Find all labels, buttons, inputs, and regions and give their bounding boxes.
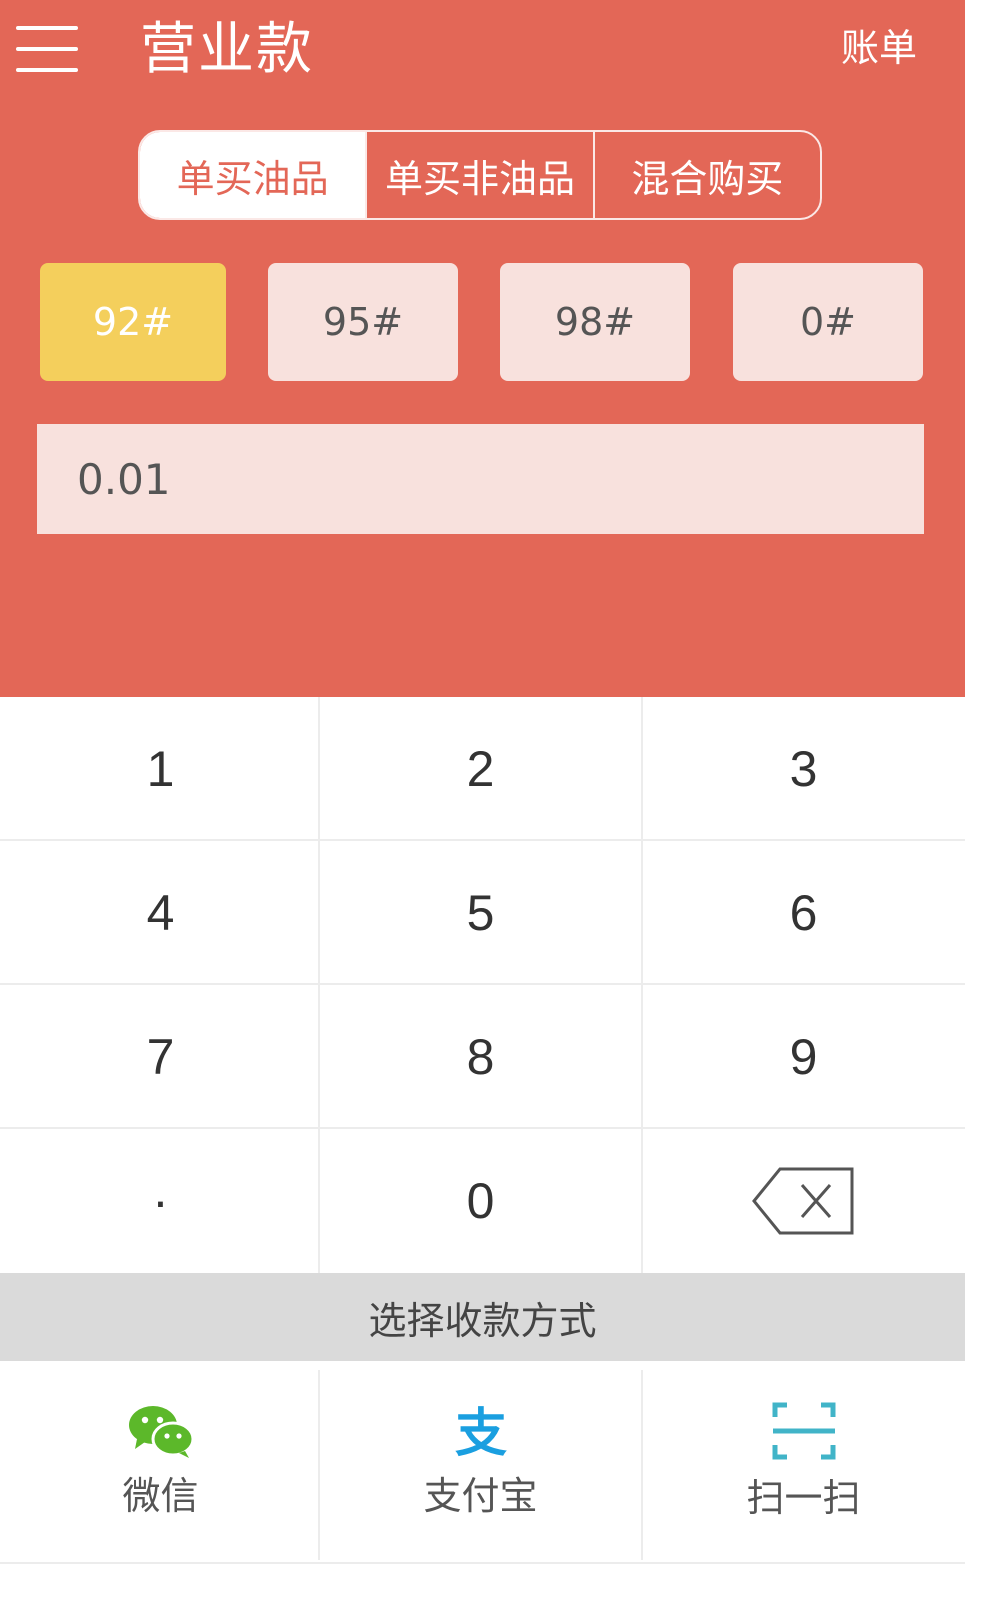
tab-mixed-purchase[interactable]: 混合购买 <box>592 132 820 218</box>
purchase-type-tabs: 单买油品 单买非油品 混合购买 <box>138 130 822 220</box>
pay-alipay-label: 支付宝 <box>423 1473 538 1518</box>
tab-non-oil-only[interactable]: 单买非油品 <box>365 132 592 218</box>
key-3[interactable]: 3 <box>643 697 964 840</box>
pay-alipay-button[interactable]: 支 支付宝 <box>320 1361 641 1561</box>
bill-button[interactable]: 账单 <box>841 22 917 74</box>
pay-wechat-button[interactable]: 微信 <box>0 1361 321 1561</box>
key-decimal[interactable]: · <box>0 1129 321 1272</box>
menu-icon[interactable] <box>16 26 78 72</box>
pay-scan-label: 扫一扫 <box>746 1475 861 1520</box>
numeric-keypad: 1 2 3 4 5 6 7 8 9 · 0 <box>0 697 965 1273</box>
svg-text:支: 支 <box>454 1404 506 1459</box>
tab-oil-only[interactable]: 单买油品 <box>140 132 366 218</box>
amount-field[interactable]: 0.01 <box>37 424 924 534</box>
grade-92-button[interactable]: 92# <box>40 263 226 381</box>
key-0[interactable]: 0 <box>320 1129 641 1272</box>
key-6[interactable]: 6 <box>643 841 964 984</box>
pay-wechat-label: 微信 <box>122 1473 199 1518</box>
key-5[interactable]: 5 <box>320 841 641 984</box>
grade-0-button[interactable]: 0# <box>733 263 923 381</box>
backspace-button[interactable] <box>643 1129 964 1272</box>
key-1[interactable]: 1 <box>0 697 321 840</box>
bottom-divider <box>0 1562 965 1564</box>
payment-method-prompt: 选择收款方式 <box>0 1273 965 1361</box>
key-8[interactable]: 8 <box>320 985 641 1128</box>
key-4[interactable]: 4 <box>0 841 321 984</box>
alipay-icon: 支 <box>454 1404 506 1459</box>
header-panel: 营业款 账单 单买油品 单买非油品 混合购买 92# 95# 98# 0# 0.… <box>0 0 965 697</box>
page-title: 营业款 <box>140 17 314 82</box>
grade-98-button[interactable]: 98# <box>500 263 690 381</box>
scan-icon <box>772 1402 835 1459</box>
key-2[interactable]: 2 <box>320 697 641 840</box>
key-7[interactable]: 7 <box>0 985 321 1128</box>
right-edge <box>965 0 985 1600</box>
key-9[interactable]: 9 <box>643 985 964 1128</box>
pay-scan-button[interactable]: 扫一扫 <box>643 1361 964 1561</box>
grade-95-button[interactable]: 95# <box>268 263 458 381</box>
backspace-icon <box>751 1167 853 1234</box>
fuel-grade-selector: 92# 95# 98# 0# <box>0 263 965 383</box>
wechat-icon <box>128 1405 194 1458</box>
